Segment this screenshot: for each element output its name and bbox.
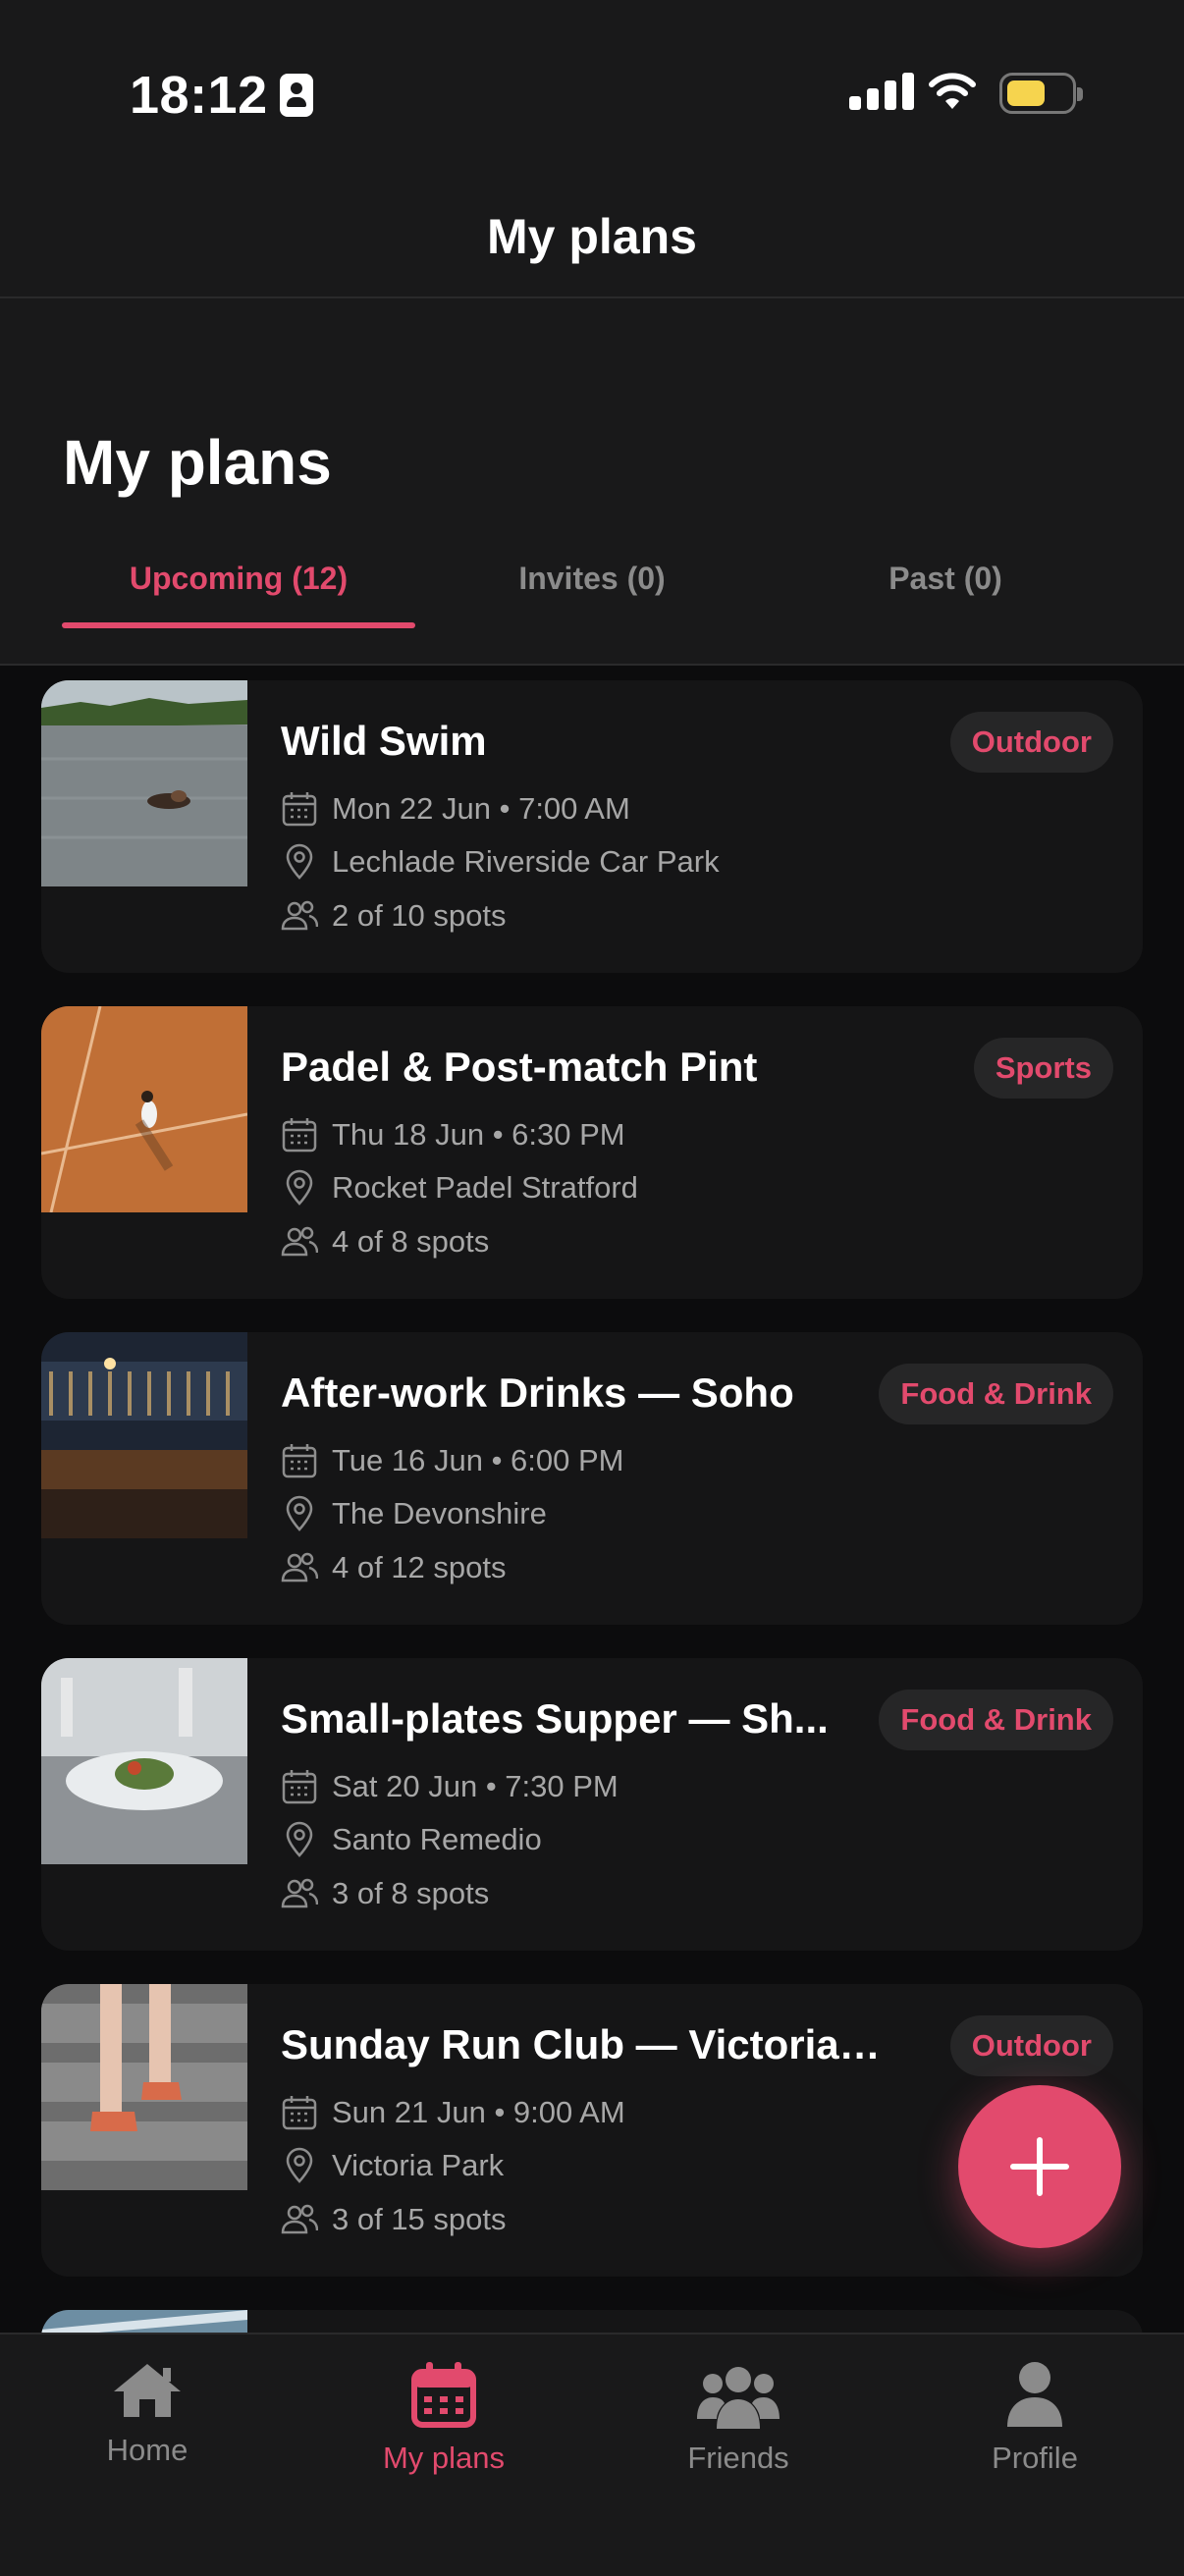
plan-title: After-work Drinks — Soho (281, 1369, 794, 1416)
plan-spots: 3 of 15 spots (332, 2202, 507, 2236)
plan-thumbnail-run (41, 1984, 247, 2190)
status-time: 18:12 (130, 65, 313, 126)
people-icon (281, 1226, 318, 1257)
people-icon (281, 2204, 318, 2234)
contact-card-icon (279, 74, 313, 117)
plan-location: Victoria Park (332, 2148, 505, 2182)
nav-title: My plans (487, 209, 697, 264)
plan-date-row: Sat 20 Jun • 7:30 PM (281, 1768, 619, 1805)
plan-title: Sunday Run Club — Victoria P... (281, 2021, 889, 2067)
plan-thumbnail-partial (41, 2310, 247, 2333)
calendar-icon (282, 1770, 317, 1804)
category-badge: Food & Drink (879, 1690, 1113, 1750)
calendar-icon (282, 2096, 317, 2130)
category-badge: Outdoor (949, 2015, 1113, 2076)
plan-date: Thu 18 Jun • 6:30 PM (332, 1117, 625, 1152)
bottom-tab-bar: Home My plans Friends Profile (0, 2333, 1184, 2576)
bottom-nav-label: My plans (382, 2441, 506, 2475)
plan-location: The Devonshire (332, 1496, 547, 1530)
plan-date-row: Sun 21 Jun • 9:00 AM (281, 2094, 625, 2131)
bottom-nav-profile[interactable]: Profile (888, 2360, 1182, 2476)
location-pin-icon (286, 2147, 313, 2183)
plan-thumbnail-swim (41, 680, 247, 886)
bottom-nav-friends[interactable]: Friends (591, 2360, 886, 2476)
tab-past[interactable]: Past (0) (788, 524, 1103, 632)
plan-card[interactable]: Small-plates Supper — Sh... Food & Drink… (41, 1658, 1143, 1951)
plan-location: Rocket Padel Stratford (332, 1170, 638, 1205)
bottom-nav-home[interactable]: Home (0, 2360, 295, 2468)
location-pin-icon (286, 843, 313, 880)
plan-spots: 3 of 8 spots (332, 1876, 490, 1910)
navigation-bar: My plans (0, 167, 1184, 298)
plan-spots-row: 3 of 15 spots (281, 2201, 507, 2238)
location-pin-icon (286, 1821, 313, 1857)
calendar-icon (282, 1444, 317, 1478)
plan-spots-row: 3 of 8 spots (281, 1875, 489, 1912)
bottom-nav-label: Friends (687, 2441, 789, 2475)
bottom-nav-my-plans[interactable]: My plans (296, 2360, 591, 2476)
page-title: My plans (63, 427, 332, 498)
plan-title: Small-plates Supper — Sh... (281, 1695, 829, 1742)
plan-date: Mon 22 Jun • 7:00 AM (332, 791, 630, 826)
calendar-icon (282, 1118, 317, 1153)
plan-date: Sat 20 Jun • 7:30 PM (332, 1769, 619, 1803)
plan-spots-row: 4 of 8 spots (281, 1223, 489, 1261)
plan-card[interactable]: Padel & Post-match Pint Sports Thu 18 Ju… (41, 1006, 1143, 1299)
people-icon (281, 1878, 318, 1908)
plan-location-row: The Devonshire (281, 1495, 547, 1532)
people-icon (281, 900, 318, 931)
plan-title: Wild Swim (281, 718, 487, 764)
plan-spots: 4 of 12 spots (332, 1550, 507, 1584)
plan-spots: 2 of 10 spots (332, 898, 507, 933)
location-pin-icon (286, 1169, 313, 1206)
page-header: My plans Upcoming (12) Invites (0) Past … (0, 298, 1184, 664)
tab-upcoming[interactable]: Upcoming (12) (62, 524, 415, 632)
plan-title: Padel & Post-match Pint (281, 1044, 758, 1090)
home-icon (114, 2364, 181, 2417)
plans-list[interactable]: Wild Swim Outdoor Mon 22 Jun • 7:00 AM L… (0, 666, 1184, 2333)
active-tab-indicator (62, 622, 415, 628)
segment-tabs: Upcoming (12) Invites (0) Past (0) (0, 524, 1184, 662)
plan-spots: 4 of 8 spots (332, 1224, 490, 1259)
add-plan-button[interactable] (958, 2085, 1121, 2248)
plan-location-row: Rocket Padel Stratford (281, 1169, 638, 1207)
plan-date-row: Tue 16 Jun • 6:00 PM (281, 1442, 623, 1479)
cellular-signal-icon (849, 73, 914, 110)
profile-icon (1007, 2362, 1062, 2427)
plan-location-row: Santo Remedio (281, 1821, 542, 1858)
wifi-icon (929, 73, 976, 109)
plan-date: Sun 21 Jun • 9:00 AM (332, 2095, 625, 2129)
plan-location: Lechlade Riverside Car Park (332, 844, 720, 879)
plan-spots-row: 2 of 10 spots (281, 897, 507, 935)
location-pin-icon (286, 1495, 313, 1531)
plan-date: Tue 16 Jun • 6:00 PM (332, 1443, 624, 1477)
category-badge: Outdoor (949, 712, 1113, 773)
plan-thumbnail-padel (41, 1006, 247, 1212)
plan-date-row: Mon 22 Jun • 7:00 AM (281, 790, 630, 828)
battery-icon (999, 73, 1083, 114)
plan-date-row: Thu 18 Jun • 6:30 PM (281, 1116, 625, 1154)
plan-location-row: Victoria Park (281, 2147, 504, 2184)
plan-card[interactable]: Wild Swim Outdoor Mon 22 Jun • 7:00 AM L… (41, 680, 1143, 973)
plan-spots-row: 4 of 12 spots (281, 1549, 507, 1586)
calendar-icon (282, 792, 317, 827)
calendar-icon (411, 2362, 476, 2428)
plan-card[interactable] (41, 2310, 1143, 2333)
plan-card[interactable]: After-work Drinks — Soho Food & Drink Tu… (41, 1332, 1143, 1625)
plus-icon (1010, 2137, 1069, 2196)
category-badge: Sports (973, 1038, 1113, 1099)
bottom-nav-label: Profile (992, 2441, 1078, 2475)
tab-invites[interactable]: Invites (0) (435, 524, 749, 632)
category-badge: Food & Drink (879, 1364, 1113, 1424)
plan-location-row: Lechlade Riverside Car Park (281, 843, 720, 881)
plan-location: Santo Remedio (332, 1822, 542, 1856)
people-icon (281, 1552, 318, 1583)
status-bar: 18:12 (0, 0, 1184, 167)
plan-thumbnail-supper (41, 1658, 247, 1864)
status-time-text: 18:12 (130, 66, 268, 125)
plan-thumbnail-bar (41, 1332, 247, 1538)
friends-icon (697, 2367, 780, 2429)
bottom-nav-label: Home (106, 2433, 188, 2467)
